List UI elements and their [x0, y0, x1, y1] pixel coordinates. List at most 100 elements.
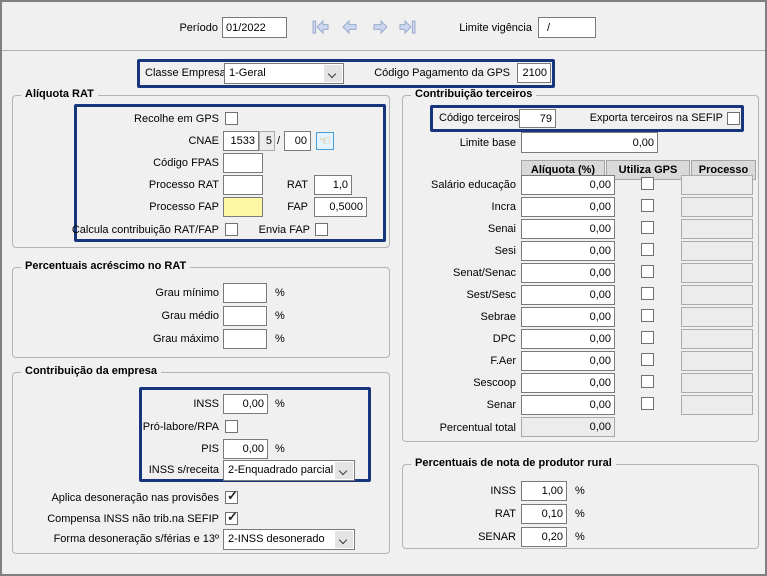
cnae-digit-input — [259, 131, 275, 151]
nav-last-button[interactable] — [396, 18, 420, 38]
processo-fap-input[interactable] — [223, 197, 263, 217]
envia-fap-label: Envia FAP — [248, 220, 310, 240]
terceiros-row-label: Senat/Senac — [403, 263, 516, 283]
cnae-lookup-button[interactable]: ☜ — [316, 132, 334, 150]
grau-minimo-input[interactable] — [223, 283, 267, 303]
calcula-rat-fap-checkbox[interactable] — [225, 223, 238, 236]
codigo-fpas-input[interactable] — [223, 153, 263, 173]
forma-desoneracao-label: Forma desoneração s/férias e 13º — [13, 529, 219, 549]
chevron-down-icon[interactable] — [335, 462, 353, 479]
chevron-down-icon[interactable] — [324, 65, 342, 82]
terceiros-aliquota-input[interactable] — [521, 373, 615, 393]
period-input[interactable] — [222, 17, 287, 38]
terceiros-row-label: Sebrae — [403, 307, 516, 327]
recolhe-gps-label: Recolhe em GPS — [33, 109, 219, 129]
terceiros-aliquota-input[interactable] — [521, 351, 615, 371]
terceiros-aliquota-input[interactable] — [521, 175, 615, 195]
terceiros-utiliza-gps-checkbox[interactable] — [641, 375, 654, 388]
nav-first-button[interactable] — [308, 18, 332, 38]
processo-fap-label: Processo FAP — [33, 197, 219, 217]
cnae-input[interactable] — [223, 131, 259, 151]
rural-senar-percent: % — [575, 527, 585, 547]
classe-empresa-label: Classe Empresa — [145, 63, 226, 83]
terceiros-utiliza-gps-checkbox[interactable] — [641, 287, 654, 300]
codigo-terceiros-label: Código terceiros — [439, 108, 519, 128]
rural-senar-input[interactable] — [521, 527, 567, 547]
terceiros-processo-field — [681, 263, 753, 283]
forma-desoneracao-value: 2-INSS desonerado — [228, 533, 325, 545]
terceiros-aliquota-input[interactable] — [521, 395, 615, 415]
terceiros-aliquota-input[interactable] — [521, 329, 615, 349]
grau-maximo-input[interactable] — [223, 329, 267, 349]
inss-sreceita-label: INSS s/receita — [33, 460, 219, 480]
aplica-desoneracao-checkbox[interactable] — [225, 491, 238, 504]
prolabore-rpa-checkbox[interactable] — [225, 420, 238, 433]
terceiros-row-label: F.Aer — [403, 351, 516, 371]
forma-desoneracao-select[interactable]: 2-INSS desonerado — [223, 529, 355, 550]
rural-inss-input[interactable] — [521, 481, 567, 501]
terceiros-utiliza-gps-checkbox[interactable] — [641, 243, 654, 256]
pis-input[interactable] — [223, 439, 268, 459]
processo-rat-label: Processo RAT — [33, 175, 219, 195]
compensa-inss-label: Compensa INSS não trib.na SEFIP — [13, 509, 219, 529]
recolhe-gps-checkbox[interactable] — [225, 112, 238, 125]
terceiros-utiliza-gps-checkbox[interactable] — [641, 177, 654, 190]
terceiros-utiliza-gps-checkbox[interactable] — [641, 309, 654, 322]
exporta-terceiros-checkbox[interactable] — [727, 112, 740, 125]
rural-rat-label: RAT — [403, 504, 516, 524]
limit-validity-label: Limite vigência — [440, 18, 532, 38]
terceiros-utiliza-gps-checkbox[interactable] — [641, 199, 654, 212]
terceiros-processo-field — [681, 395, 753, 415]
terceiros-aliquota-input[interactable] — [521, 263, 615, 283]
pis-percent: % — [275, 439, 285, 459]
percentuais-rat-title: Percentuais acréscimo no RAT — [21, 260, 190, 272]
terceiros-aliquota-input[interactable] — [521, 241, 615, 261]
grau-medio-input[interactable] — [223, 306, 267, 326]
terceiros-processo-field — [681, 219, 753, 239]
inss-empresa-input[interactable] — [223, 394, 268, 414]
produtor-rural-groupbox: Percentuais de nota de produtor rural IN… — [402, 464, 759, 549]
terceiros-row-label: Salário educação — [403, 175, 516, 195]
codigo-pagamento-gps-label: Código Pagamento da GPS — [360, 63, 510, 83]
codigo-terceiros-input[interactable] — [519, 109, 556, 128]
terceiros-utiliza-gps-checkbox[interactable] — [641, 397, 654, 410]
codigo-terceiros-highlight-panel: Código terceiros Exporta terceiros na SE… — [430, 105, 744, 132]
nav-prev-button[interactable] — [338, 18, 362, 38]
fap-input[interactable] — [314, 197, 367, 217]
chevron-down-icon[interactable] — [335, 531, 353, 548]
terceiros-row-label: Senai — [403, 219, 516, 239]
produtor-rural-title: Percentuais de nota de produtor rural — [411, 457, 616, 469]
percentuais-rat-groupbox: Percentuais acréscimo no RAT Grau mínimo… — [12, 267, 390, 358]
inss-empresa-percent: % — [275, 394, 285, 414]
topbar-divider — [2, 50, 765, 51]
compensa-inss-checkbox[interactable] — [225, 512, 238, 525]
terceiros-utiliza-gps-checkbox[interactable] — [641, 221, 654, 234]
contribuicao-terceiros-title: Contribuição terceiros — [411, 88, 536, 100]
terceiros-utiliza-gps-checkbox[interactable] — [641, 331, 654, 344]
envia-fap-checkbox[interactable] — [315, 223, 328, 236]
codigo-pagamento-gps-input[interactable] — [517, 63, 551, 83]
cnae-label: CNAE — [33, 131, 219, 151]
inss-sreceita-select[interactable]: 2-Enquadrado parcial — [223, 460, 355, 481]
rural-rat-input[interactable] — [521, 504, 567, 524]
terceiros-aliquota-input[interactable] — [521, 285, 615, 305]
aliquota-rat-groupbox: Alíquota RAT Recolhe em GPS CNAE / ☜ Cód… — [12, 95, 390, 248]
limit-validity-input[interactable] — [538, 17, 596, 38]
terceiros-aliquota-input[interactable] — [521, 219, 615, 239]
nav-next-button[interactable] — [368, 18, 392, 38]
inss-sreceita-value: 2-Enquadrado parcial — [228, 464, 333, 476]
fap-label: FAP — [263, 197, 308, 217]
terceiros-aliquota-input[interactable] — [521, 307, 615, 327]
limite-base-label: Limite base — [403, 133, 516, 153]
cnae-separator: / — [277, 131, 280, 151]
cnae-suffix-input[interactable] — [284, 131, 311, 151]
grau-maximo-label: Grau máximo — [33, 329, 219, 349]
terceiros-aliquota-input[interactable] — [521, 197, 615, 217]
classe-empresa-select[interactable]: 1-Geral — [224, 63, 344, 84]
rat-label: RAT — [263, 175, 308, 195]
terceiros-utiliza-gps-checkbox[interactable] — [641, 265, 654, 278]
limite-base-input[interactable] — [521, 132, 658, 153]
terceiros-utiliza-gps-checkbox[interactable] — [641, 353, 654, 366]
processo-rat-input[interactable] — [223, 175, 263, 195]
rat-input[interactable] — [314, 175, 352, 195]
